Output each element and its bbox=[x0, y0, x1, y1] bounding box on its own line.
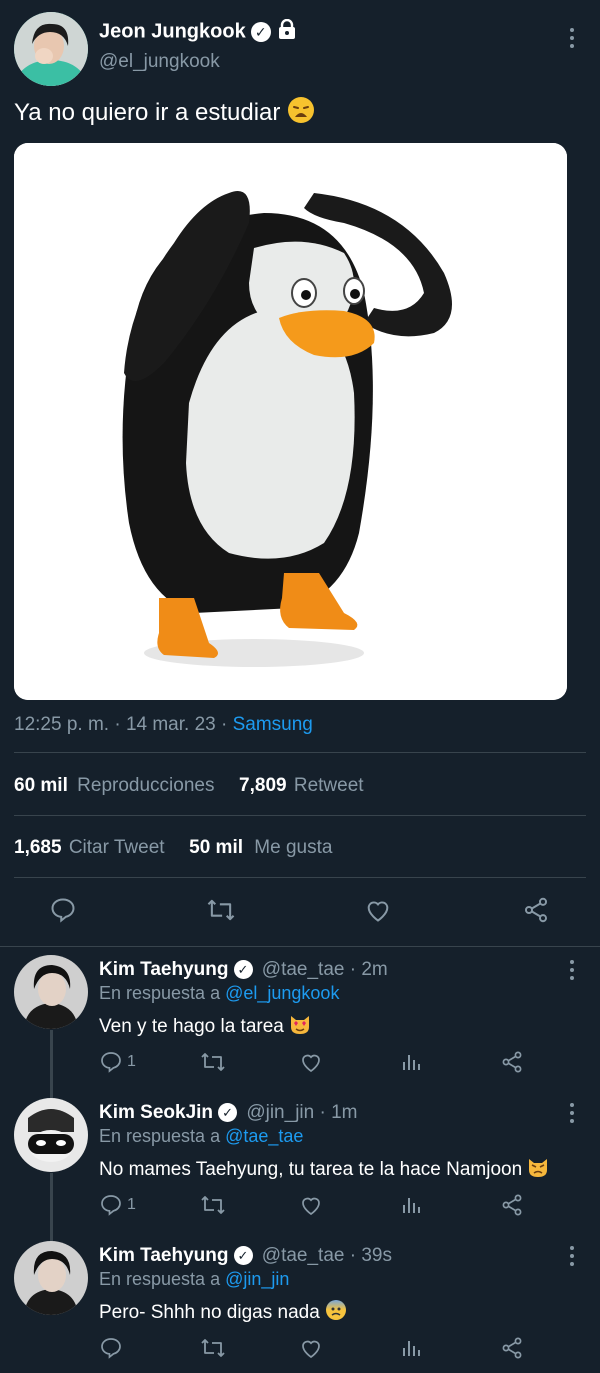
reply-text: Ven y te hago la tarea bbox=[99, 1013, 311, 1041]
reply-text-content: Ven y te hago la tarea bbox=[99, 1016, 284, 1038]
verified-icon: ✓ bbox=[218, 1103, 238, 1123]
reply-icon[interactable] bbox=[49, 896, 77, 929]
author-name[interactable]: Jeon Jungkook ✓ bbox=[99, 18, 296, 45]
more-icon[interactable] bbox=[568, 960, 576, 984]
reply-avatar[interactable] bbox=[14, 955, 88, 1029]
more-icon[interactable] bbox=[568, 1103, 576, 1127]
tweet-meta: 12:25 p. m. · 14 mar. 23 · Samsung bbox=[14, 714, 313, 736]
reply-to-link[interactable]: @jin_jin bbox=[225, 1269, 289, 1289]
views-count: 60 mil bbox=[14, 775, 68, 796]
tweet-text: Ya no quiero ir a estudiar bbox=[14, 96, 315, 131]
likes-count[interactable]: 50 mil bbox=[189, 837, 243, 858]
reply-handle-time[interactable]: @jin_jin · 1m bbox=[246, 1102, 357, 1123]
stats-row-2: 1,685 Citar Tweet 50 mil Me gusta bbox=[14, 837, 332, 859]
analytics-icon[interactable] bbox=[400, 1193, 424, 1222]
tweet-actions bbox=[0, 896, 600, 928]
retweet-icon[interactable] bbox=[205, 896, 237, 929]
more-icon[interactable] bbox=[568, 1246, 576, 1270]
reply-actions: 1 bbox=[0, 1193, 600, 1219]
verified-icon: ✓ bbox=[233, 1246, 253, 1266]
tweet-image-penguin[interactable] bbox=[14, 143, 567, 700]
reply-avatar[interactable] bbox=[14, 1098, 88, 1172]
author-avatar[interactable] bbox=[14, 12, 88, 86]
reply-author[interactable]: Kim SeokJin ✓ @jin_jin · 1m bbox=[99, 1102, 357, 1124]
weary-face-emoji bbox=[287, 96, 315, 131]
tweet-source[interactable]: Samsung bbox=[233, 714, 313, 735]
views-label: Reproducciones bbox=[77, 775, 215, 796]
pouting-cat-emoji bbox=[527, 1156, 549, 1184]
reply-text: Pero- Shhh no digas nada bbox=[99, 1299, 347, 1327]
heart-eyes-cat-emoji bbox=[289, 1013, 311, 1041]
reply-icon[interactable] bbox=[99, 1336, 123, 1365]
verified-icon: ✓ bbox=[250, 22, 271, 42]
analytics-icon[interactable] bbox=[400, 1336, 424, 1365]
author-handle[interactable]: @el_jungkook bbox=[99, 51, 220, 73]
reply-to-line: En respuesta a @el_jungkook bbox=[99, 983, 339, 1004]
share-icon[interactable] bbox=[522, 896, 550, 929]
reply-to-link[interactable]: @tae_tae bbox=[225, 1126, 303, 1146]
retweets-count[interactable]: 7,809 bbox=[239, 775, 287, 796]
reply-author-name[interactable]: Kim SeokJin bbox=[99, 1102, 213, 1123]
reply-text: No mames Taehyung, tu tarea te la hace N… bbox=[99, 1156, 549, 1184]
quotes-count[interactable]: 1,685 bbox=[14, 837, 62, 858]
reply-actions bbox=[0, 1336, 600, 1362]
like-icon[interactable] bbox=[364, 896, 392, 929]
retweet-icon[interactable] bbox=[199, 1336, 227, 1365]
analytics-icon[interactable] bbox=[400, 1050, 424, 1079]
reply-to-line: En respuesta a @jin_jin bbox=[99, 1269, 289, 1290]
share-icon[interactable] bbox=[500, 1193, 524, 1222]
retweet-icon[interactable] bbox=[199, 1050, 227, 1079]
divider bbox=[14, 752, 586, 753]
reply-author[interactable]: Kim Taehyung ✓ @tae_tae · 2m bbox=[99, 959, 388, 981]
reply-author-name[interactable]: Kim Taehyung bbox=[99, 1245, 229, 1266]
more-icon[interactable] bbox=[568, 28, 576, 52]
reply-count: 1 bbox=[127, 1196, 136, 1213]
reply-icon[interactable] bbox=[99, 1193, 123, 1222]
like-icon[interactable] bbox=[299, 1336, 323, 1365]
reply-author-name[interactable]: Kim Taehyung bbox=[99, 959, 229, 980]
reply-to-line: En respuesta a @tae_tae bbox=[99, 1126, 303, 1147]
reply-to-prefix: En respuesta a bbox=[99, 983, 226, 1003]
like-icon[interactable] bbox=[299, 1050, 323, 1079]
reply-text-content: Pero- Shhh no digas nada bbox=[99, 1302, 320, 1324]
like-icon[interactable] bbox=[299, 1193, 323, 1222]
reply-handle-time[interactable]: @tae_tae · 2m bbox=[262, 959, 388, 980]
reply-text-content: No mames Taehyung, tu tarea te la hace N… bbox=[99, 1159, 523, 1181]
likes-label[interactable]: Me gusta bbox=[254, 837, 332, 858]
reply-to-prefix: En respuesta a bbox=[99, 1269, 226, 1289]
tweet-text-content: Ya no quiero ir a estudiar bbox=[14, 98, 281, 126]
reply-author[interactable]: Kim Taehyung ✓ @tae_tae · 39s bbox=[99, 1245, 392, 1267]
reply-count: 1 bbox=[127, 1053, 136, 1070]
reply-icon[interactable] bbox=[99, 1050, 123, 1079]
divider bbox=[14, 815, 586, 816]
verified-icon: ✓ bbox=[233, 960, 253, 980]
stats-row-1: 60 mil Reproducciones 7,809 Retweet bbox=[14, 775, 364, 797]
reply-avatar[interactable] bbox=[14, 1241, 88, 1315]
reply-to-prefix: En respuesta a bbox=[99, 1126, 226, 1146]
reply-handle-time[interactable]: @tae_tae · 39s bbox=[262, 1245, 392, 1266]
author-name-text[interactable]: Jeon Jungkook bbox=[99, 20, 246, 42]
retweets-label[interactable]: Retweet bbox=[294, 775, 364, 796]
divider bbox=[0, 946, 600, 947]
anxious-face-emoji bbox=[325, 1299, 347, 1327]
lock-icon bbox=[278, 18, 296, 45]
tweet-timestamp[interactable]: 12:25 p. m. · 14 mar. 23 · bbox=[14, 714, 233, 735]
quotes-label[interactable]: Citar Tweet bbox=[69, 837, 165, 858]
share-icon[interactable] bbox=[500, 1336, 524, 1365]
retweet-icon[interactable] bbox=[199, 1193, 227, 1222]
share-icon[interactable] bbox=[500, 1050, 524, 1079]
reply-actions: 1 bbox=[0, 1050, 600, 1076]
divider bbox=[14, 877, 586, 878]
reply-to-link[interactable]: @el_jungkook bbox=[225, 983, 339, 1003]
